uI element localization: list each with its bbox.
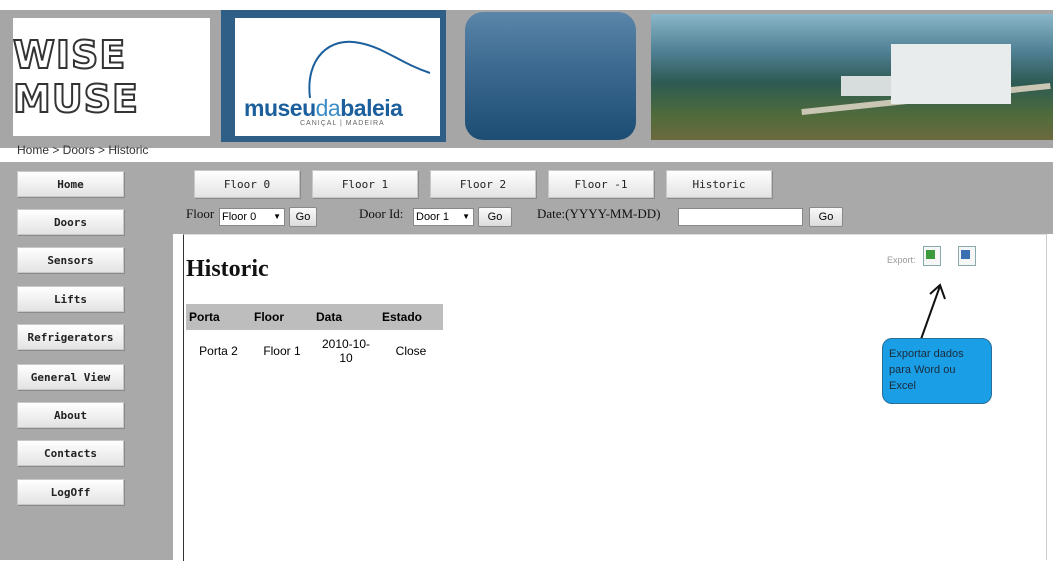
word-export-icon[interactable] <box>958 246 976 266</box>
door-id-select-value: Door 1 <box>416 211 450 223</box>
floor-label: Floor <box>186 206 215 221</box>
museu-logo-word-a: museu <box>244 95 316 121</box>
sidebar-item-contacts[interactable]: Contacts <box>17 440 124 466</box>
historic-table: Porta Floor Data Estado Porta 2 Floor 1 … <box>186 304 443 367</box>
tab-floor-0[interactable]: Floor 0 <box>194 170 300 198</box>
table-cell: Close <box>395 344 427 358</box>
wise-muse-logo: WISE MUSE <box>12 18 210 136</box>
table-header-porta: Porta <box>186 304 251 330</box>
sidebar-item-refrigerators[interactable]: Refrigerators <box>17 324 124 350</box>
tab-floor-2[interactable]: Floor 2 <box>430 170 536 198</box>
chevron-down-icon: ▼ <box>273 212 281 221</box>
table-row: Porta 2 Floor 1 2010-10-10 Close <box>186 330 443 367</box>
sidebar-item-general-view[interactable]: General View <box>17 364 124 390</box>
floor-go-button[interactable]: Go <box>289 207 317 227</box>
museu-logo-wordmark: museudabaleia <box>244 95 403 122</box>
sidebar-item-home[interactable]: Home <box>17 171 124 197</box>
door-id-label: Door Id: <box>359 206 404 221</box>
door-id-select[interactable]: Door 1 ▼ <box>413 208 474 226</box>
museu-logo-word-c: baleia <box>340 95 403 121</box>
page-title: Historic <box>186 256 269 282</box>
table-header-floor: Floor <box>251 304 313 330</box>
header-top-strip <box>0 0 1053 10</box>
museu-logo-subtitle: CANIÇAL | MADEIRA <box>300 120 385 127</box>
floor-select[interactable]: Floor 0 ▼ <box>219 208 285 226</box>
table-header-estado: Estado <box>379 304 443 330</box>
header-blue-panel <box>465 12 636 140</box>
breadcrumb-bar <box>0 148 1053 162</box>
door-go-button[interactable]: Go <box>478 207 512 227</box>
tab-historic[interactable]: Historic <box>666 170 772 198</box>
sidebar-item-logoff[interactable]: LogOff <box>17 479 124 505</box>
museu-logo-word-b: da <box>315 95 341 121</box>
table-cell: 2010-10-10 <box>321 337 371 365</box>
export-label: Export: <box>887 255 916 265</box>
wise-muse-logo-text: WISE MUSE <box>12 32 139 122</box>
museum-photo <box>651 14 1053 140</box>
sidebar-item-about[interactable]: About <box>17 402 124 428</box>
excel-export-icon[interactable] <box>923 246 941 266</box>
sidebar-item-lifts[interactable]: Lifts <box>17 286 124 312</box>
sidebar-item-doors[interactable]: Doors <box>17 209 124 235</box>
date-input[interactable] <box>678 208 803 226</box>
scrollbar-edge[interactable] <box>1046 234 1053 560</box>
breadcrumb: Home > Doors > Historic <box>17 143 149 157</box>
tab-floor-minus-1[interactable]: Floor -1 <box>548 170 654 198</box>
table-header-data: Data <box>313 304 379 330</box>
tab-floor-1[interactable]: Floor 1 <box>312 170 418 198</box>
floor-select-value: Floor 0 <box>222 211 257 223</box>
date-label: Date:(YYYY-MM-DD) <box>537 206 661 221</box>
sidebar-item-sensors[interactable]: Sensors <box>17 247 124 273</box>
export-callout: Exportar dados para Word ou Excel <box>882 338 992 404</box>
date-go-button[interactable]: Go <box>809 207 843 227</box>
table-cell: Porta 2 <box>199 344 238 358</box>
chevron-down-icon: ▼ <box>462 212 470 221</box>
table-cell: Floor 1 <box>263 344 301 358</box>
